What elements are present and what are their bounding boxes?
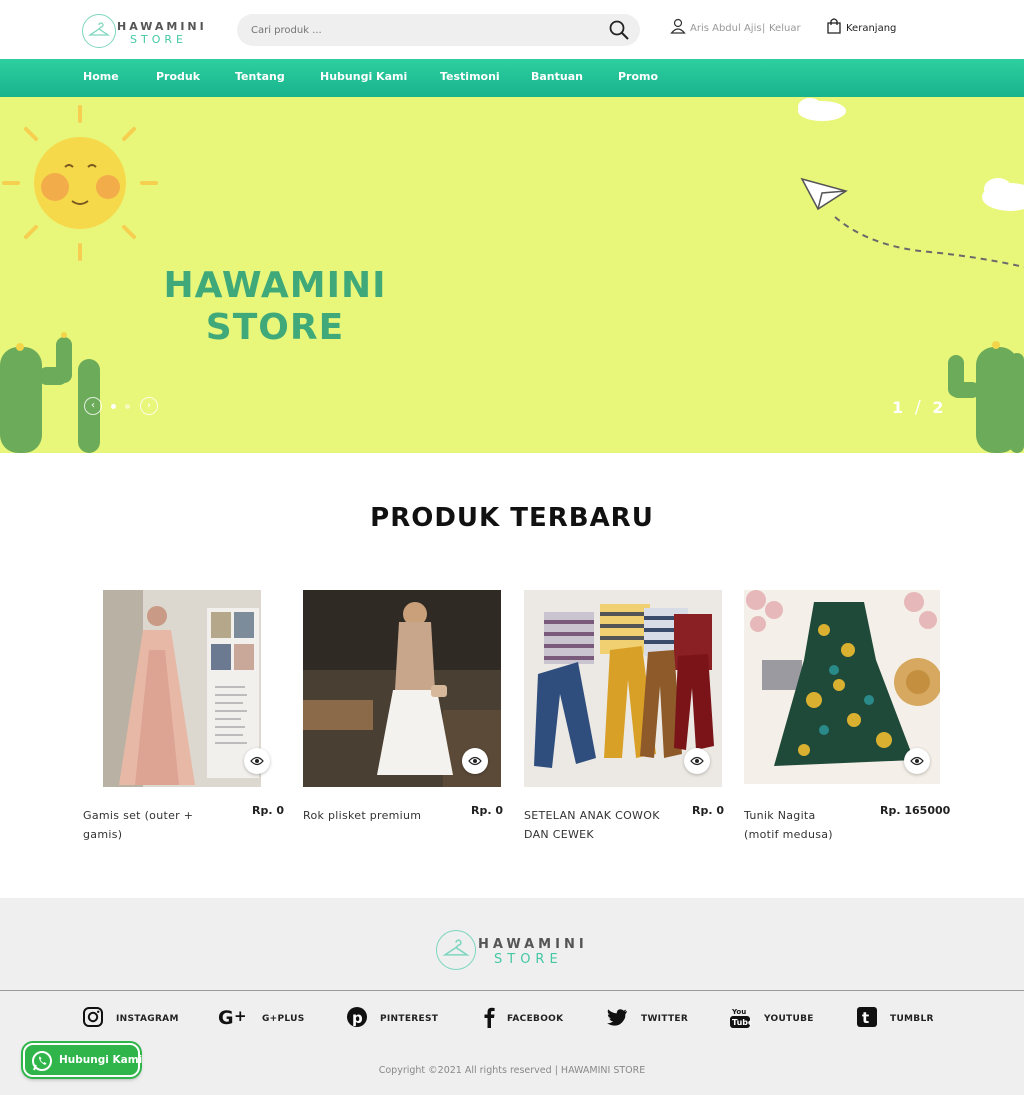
quick-view-button[interactable] [462,748,488,774]
user-icon [670,18,686,34]
logout-link[interactable]: Keluar [769,23,801,34]
product-name[interactable]: Tunik Nagita (motif medusa) [744,806,854,844]
youtube-icon: You Tube [730,1008,751,1028]
eye-icon [910,756,924,766]
product-name[interactable]: Gamis set (outer + gamis) [83,806,203,844]
svg-text:t: t [862,1009,869,1027]
svg-text:You: You [731,1008,746,1016]
product-name[interactable]: SETELAN ANAK COWOK DAN CEWEK [524,806,664,844]
nav-testimoni[interactable]: Testimoni [440,70,500,83]
slide-counter: 1 / 2 [892,397,944,418]
whatsapp-icon [32,1051,52,1071]
product-price: Rp. 0 [471,804,504,817]
section-title: PRODUK TERBARU [370,503,654,533]
nav-produk[interactable]: Produk [156,70,200,83]
banner-title-line1: HAWAMINI [163,265,387,306]
slider-next-button[interactable]: › [140,397,158,415]
social-label: TUMBLR [890,1014,934,1024]
product-card[interactable]: Rok plisket premium Rp. 0 [303,590,503,850]
product-price: Rp. 165000 [880,804,951,817]
whatsapp-contact-button[interactable]: Hubungi Kami [23,1043,143,1077]
footer-divider [0,990,1024,991]
brand-logo[interactable]: HAWAMINI STORE [82,14,212,50]
quick-view-button[interactable] [684,748,710,774]
banner-title: HAWAMINI STORE [160,265,390,349]
hero-banner: HAWAMINI STORE ‹ › 1 / 2 [0,97,1024,453]
footer-logo[interactable]: HAWAMINI STORE [436,930,596,972]
slide-separator: / [914,397,921,418]
product-card[interactable]: Tunik Nagita (motif medusa) Rp. 165000 [744,590,950,850]
brand-subname: STORE [130,33,187,46]
separator: | [762,23,766,34]
shopping-bag-icon [827,18,841,34]
sun-icon [2,105,158,261]
social-label: G+PLUS [262,1014,305,1024]
slider-dot-active[interactable] [111,404,116,409]
eye-icon [250,756,264,766]
nav-bantuan[interactable]: Bantuan [531,70,583,83]
twitter-icon [607,1009,627,1026]
banner-title-line2: STORE [205,307,345,348]
search-bar [237,14,640,46]
product-card[interactable]: SETELAN ANAK COWOK DAN CEWEK Rp. 0 [524,590,724,850]
svg-text:p: p [352,1009,363,1027]
slider-dot[interactable] [125,404,130,409]
pinterest-icon: p [347,1007,367,1027]
nav-home[interactable]: Home [83,70,119,83]
footer-brand-subname: STORE [494,952,563,967]
social-label: INSTAGRAM [116,1014,179,1024]
social-label: TWITTER [641,1014,689,1024]
footer-brand-name: HAWAMINI [478,937,588,952]
search-input[interactable] [251,22,591,38]
product-price: Rp. 0 [692,804,725,817]
nav-promo[interactable]: Promo [618,70,658,83]
product-name[interactable]: Rok plisket premium [303,806,453,825]
social-label: FACEBOOK [507,1014,564,1024]
facebook-icon [484,1007,495,1028]
eye-icon [690,756,704,766]
svg-text:+: + [234,1007,247,1025]
header: HAWAMINI STORE Aris Abdul Ajis | Keluar … [0,0,1024,59]
slider-prev-button[interactable]: ‹ [84,397,102,415]
slide-total: 2 [932,398,944,417]
search-icon[interactable] [608,19,630,41]
brand-name: HAWAMINI [117,20,207,33]
copyright-text: Copyright ©2021 All rights reserved | HA… [378,1065,646,1076]
product-image[interactable] [103,590,261,787]
instagram-icon [83,1007,103,1027]
product-price: Rp. 0 [252,804,285,817]
social-label: YOUTUBE [764,1014,814,1024]
quick-view-button[interactable] [904,748,930,774]
hanger-icon [436,930,476,970]
cart-label: Keranjang [846,23,897,34]
product-card[interactable]: Gamis set (outer + gamis) Rp. 0 [83,590,285,850]
quick-view-button[interactable] [244,748,270,774]
eye-icon [468,756,482,766]
social-label: PINTEREST [380,1014,439,1024]
main-nav: Home Produk Tentang Hubungi Kami Testimo… [0,59,1024,97]
tumblr-icon: t [857,1007,877,1027]
svg-text:Tube: Tube [732,1018,751,1027]
slide-current: 1 [892,398,904,417]
hanger-icon [82,14,116,48]
svg-text:G: G [218,1007,234,1028]
user-name[interactable]: Aris Abdul Ajis [690,23,762,34]
footer: HAWAMINI STORE INSTAGRAM G + G+PLUS p PIN… [0,898,1024,1095]
cactus-icon [0,337,1024,453]
whatsapp-label: Hubungi Kami [59,1054,143,1066]
nav-tentang[interactable]: Tentang [235,70,285,83]
nav-hubungi-kami[interactable]: Hubungi Kami [320,70,407,83]
google-plus-icon: G + [218,1007,247,1028]
